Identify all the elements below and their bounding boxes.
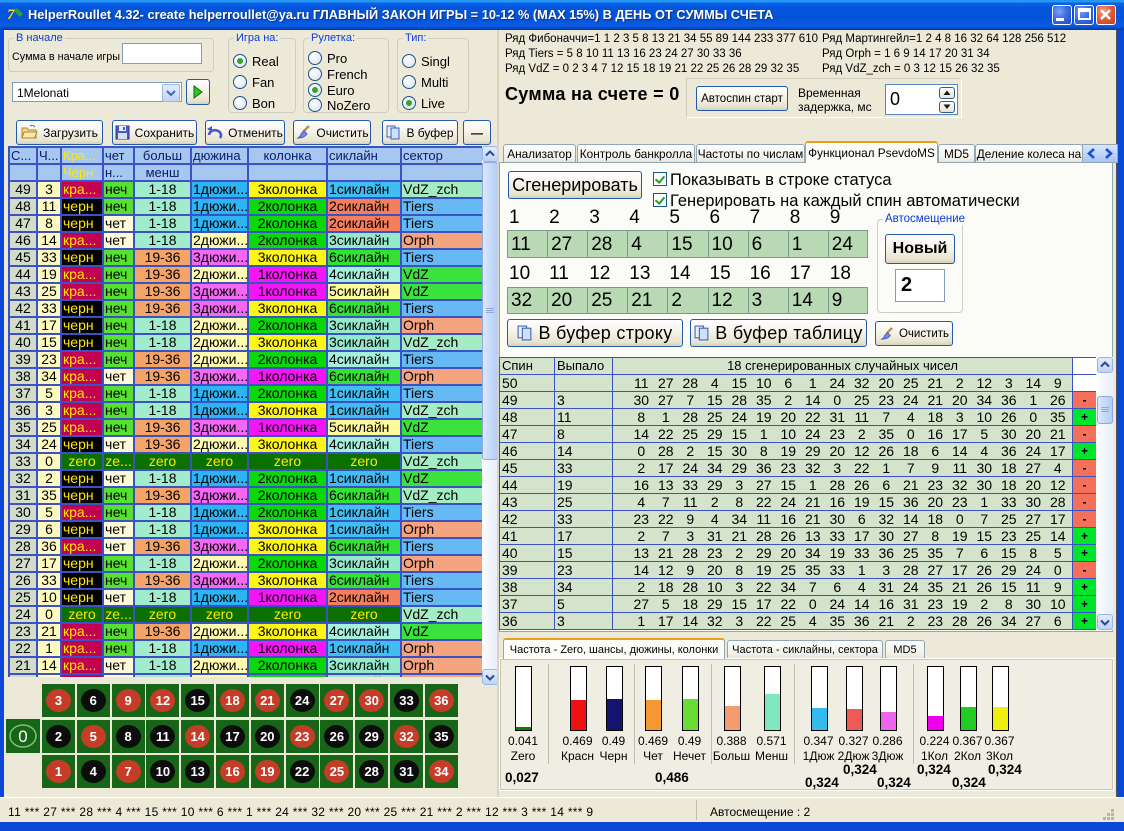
svg-text:7: 7 [7,7,15,23]
svg-text:0: 0 [18,727,27,746]
